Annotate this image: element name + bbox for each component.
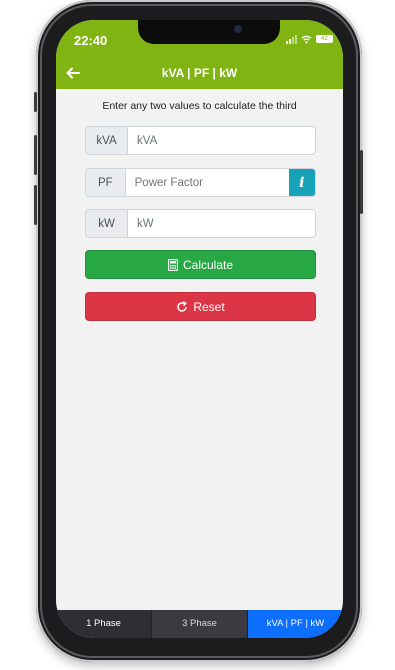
reset-label: Reset [193, 299, 225, 314]
battery-level: 42 [321, 36, 328, 42]
signal-icon [286, 34, 297, 44]
notch [138, 20, 280, 44]
front-camera [234, 25, 242, 33]
page-title: kVA | PF | kW [161, 66, 238, 80]
kw-input-group: kW [85, 209, 316, 238]
silent-switch [34, 92, 37, 112]
info-button[interactable]: i [288, 169, 315, 196]
status-time: 22:40 [74, 33, 108, 48]
instruction-text: Enter any two values to calculate the th… [102, 100, 297, 112]
reset-button[interactable]: Reset [85, 292, 316, 321]
pf-label: PF [86, 169, 126, 196]
tab-1-phase[interactable]: 1 Phase [56, 610, 152, 638]
volume-down-button [34, 185, 37, 225]
info-icon: i [299, 174, 305, 191]
screen: 22:40 42 kVA | PF | kW Enter any two val… [56, 20, 343, 638]
power-factor-input[interactable] [125, 169, 289, 196]
volume-up-button [34, 135, 37, 175]
kw-input[interactable] [128, 210, 315, 237]
kw-label: kW [86, 210, 128, 237]
refresh-icon [177, 300, 188, 312]
kva-input-group: kVA [85, 126, 316, 155]
bottom-tab-bar: 1 Phase 3 Phase kVA | PF | kW [56, 610, 343, 638]
kva-input[interactable] [128, 127, 315, 154]
calculate-button[interactable]: Calculate [85, 250, 316, 279]
calculator-icon [167, 258, 178, 271]
tab-kva-pf-kw[interactable]: kVA | PF | kW [248, 610, 343, 638]
wifi-icon [301, 35, 312, 44]
pf-input-group: PF i [85, 168, 316, 197]
tab-3-phase[interactable]: 3 Phase [152, 610, 248, 638]
kva-label: kVA [86, 127, 128, 154]
calculate-label: Calculate [182, 257, 234, 272]
status-icons: 42 [286, 34, 333, 44]
power-button [360, 150, 363, 214]
battery-icon: 42 [316, 35, 333, 43]
